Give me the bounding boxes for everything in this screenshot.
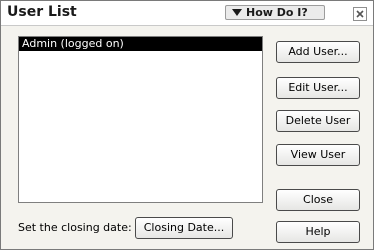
view-user-button[interactable]: View User [276,144,360,166]
list-item-admin[interactable]: Admin (logged on) [19,37,262,51]
close-button[interactable]: Close [276,189,360,211]
how-do-i-label: How Do I? [246,6,308,19]
triangle-down-icon [232,9,242,16]
add-user-button[interactable]: Add User... [276,41,360,63]
closing-date-label: Set the closing date: [18,221,132,234]
closing-date-button[interactable]: Closing Date... [135,217,233,239]
title-bar: User List How Do I? [1,1,373,26]
user-list-window: User List How Do I? Admin (logged on) Ad… [0,0,374,250]
delete-user-button[interactable]: Delete User [276,110,360,132]
window-close-button[interactable] [353,7,367,21]
help-button[interactable]: Help [276,221,360,243]
edit-user-button[interactable]: Edit User... [276,77,360,99]
how-do-i-button[interactable]: How Do I? [225,5,325,20]
window-title: User List [7,4,77,20]
user-listbox[interactable]: Admin (logged on) [18,36,263,203]
close-icon [356,10,364,18]
